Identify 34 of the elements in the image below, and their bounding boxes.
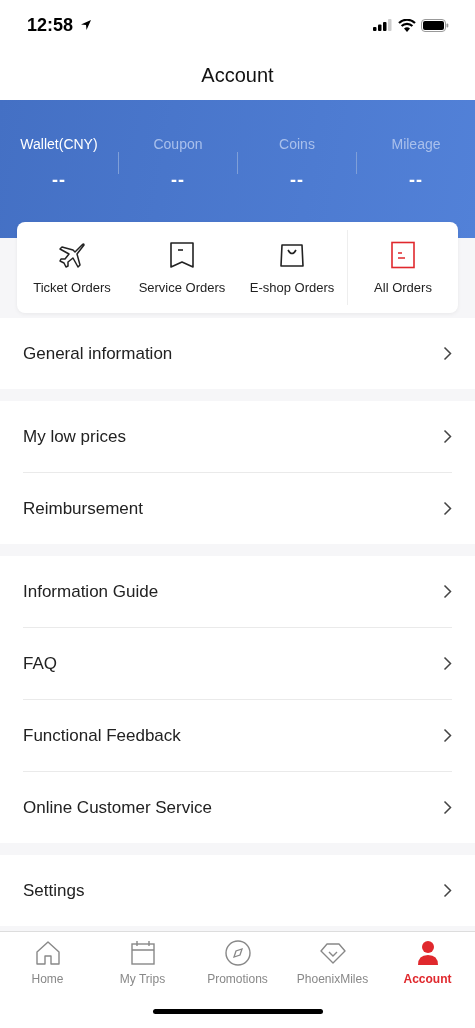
tab-item[interactable]: Promotions [190, 932, 285, 994]
asset-item[interactable]: Mileage -- [357, 136, 475, 191]
receipt-icon [168, 240, 196, 269]
wifi-icon [398, 18, 416, 32]
order-button[interactable]: Ticket Orders [17, 222, 127, 313]
asset-item[interactable]: Coupon -- [119, 136, 237, 191]
compass-icon [224, 940, 251, 966]
document-icon [389, 240, 417, 269]
home-icon [34, 940, 61, 966]
chevron-right-icon [443, 728, 452, 743]
chevron-right-icon [443, 800, 452, 815]
battery-icon [421, 18, 449, 32]
tab-item[interactable]: Account [380, 932, 475, 994]
page-title: Account [201, 63, 274, 87]
tab-item[interactable]: My Trips [95, 932, 190, 994]
asset-item[interactable]: Coins -- [238, 136, 356, 191]
order-button[interactable]: Service Orders [127, 222, 237, 313]
chevron-right-icon [443, 656, 452, 671]
asset-item[interactable]: Wallet(CNY) -- [0, 136, 118, 191]
order-button[interactable]: E-shop Orders [237, 222, 347, 313]
diamond-icon [319, 940, 346, 966]
chevron-right-icon [443, 429, 452, 444]
order-button[interactable]: All Orders [348, 222, 458, 313]
tab-item[interactable]: PhoenixMiles [285, 932, 380, 994]
signal-icon [373, 19, 393, 31]
chevron-right-icon [443, 883, 452, 898]
chevron-right-icon [443, 584, 452, 599]
chevron-right-icon [443, 501, 452, 516]
airplane-icon [58, 240, 86, 269]
tab-item[interactable]: Home [0, 932, 95, 994]
status-time: 12:58 [27, 14, 74, 36]
location-arrow-icon [80, 19, 93, 31]
chevron-right-icon [443, 346, 452, 361]
calendar-icon [129, 940, 156, 966]
